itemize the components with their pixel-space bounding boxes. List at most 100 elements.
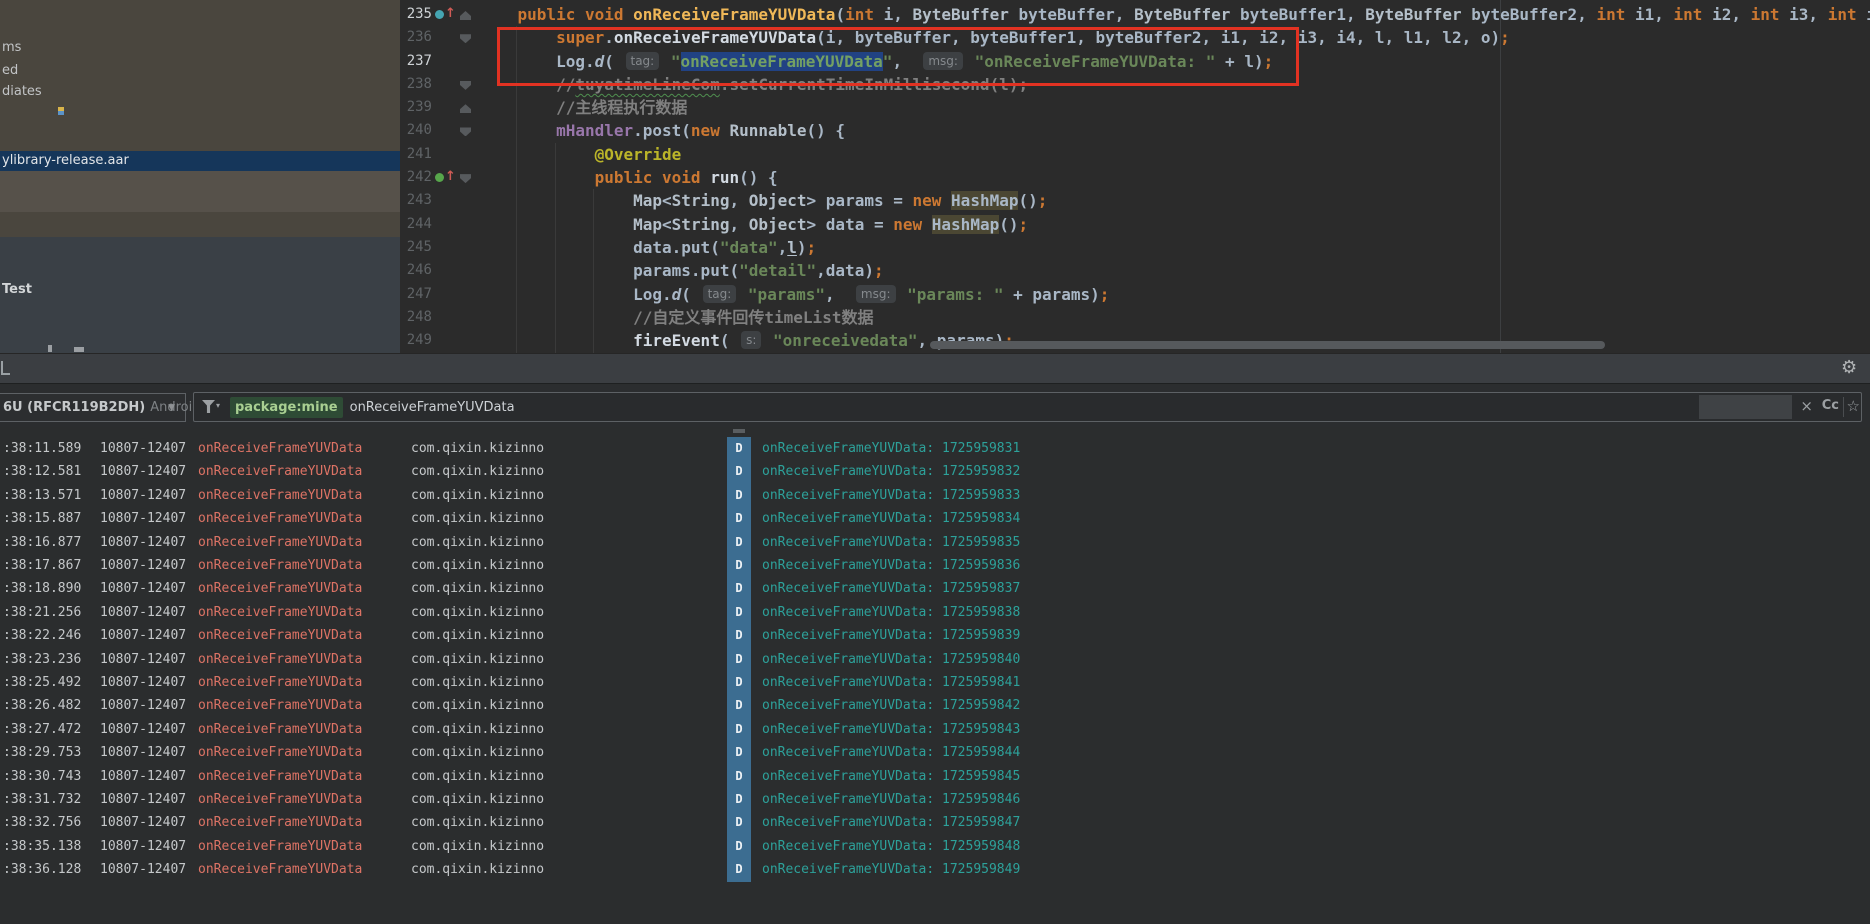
code-token: onReceiveFrameYUVData: [681, 52, 883, 71]
fold-down-icon[interactable]: [458, 166, 475, 189]
fold-down-icon[interactable]: [458, 119, 475, 142]
log-row[interactable]: :38:25.49210807-12407onReceiveFrameYUVDa…: [0, 671, 1870, 694]
line-number[interactable]: 235: [400, 3, 432, 26]
log-row[interactable]: :38:12.58110807-12407onReceiveFrameYUVDa…: [0, 460, 1870, 483]
logcat-output[interactable]: :38:11.58910807-12407onReceiveFrameYUVDa…: [0, 427, 1870, 924]
clear-filter-icon[interactable]: ×: [1800, 397, 1813, 415]
line-number[interactable]: 238: [400, 73, 432, 96]
log-pid: 10807-12407: [100, 484, 186, 507]
teal-dot-red-arrow-icon[interactable]: ↑: [432, 3, 458, 26]
code-line-236[interactable]: 236 super.onReceiveFrameYUVData(i, byteB…: [400, 26, 1870, 49]
code-line-239[interactable]: 239 //主线程执行数据: [400, 96, 1870, 119]
fold-down-icon[interactable]: [458, 26, 475, 49]
fold-up-icon[interactable]: [458, 96, 475, 119]
filter-query-text[interactable]: onReceiveFrameYUVData: [350, 400, 515, 415]
code-line-238[interactable]: 238 //tuyatimeLineCom.setCurrentTimeInMi…: [400, 73, 1870, 96]
log-msg: onReceiveFrameYUVData: 1725959833: [762, 484, 1020, 507]
log-tag: onReceiveFrameYUVData: [198, 601, 362, 624]
log-row[interactable]: :38:35.13810807-12407onReceiveFrameYUVDa…: [0, 835, 1870, 858]
code-line-235[interactable]: 235↑ public void onReceiveFrameYUVData(i…: [400, 3, 1870, 26]
device-selector[interactable]: 6U (RFCR119B2DH) Android 12, API 31 ▼: [0, 393, 186, 422]
code-token: ,: [892, 52, 921, 71]
log-time: :38:32.756: [3, 811, 81, 834]
editor-horizontal-scrollbar[interactable]: [930, 341, 1605, 349]
code-token: Map: [633, 215, 662, 234]
code-token: i2,: [1702, 5, 1750, 24]
line-number[interactable]: 245: [400, 236, 432, 259]
code-line-244[interactable]: 244 Map<String, Object> data = new HashM…: [400, 213, 1870, 236]
code-line-243[interactable]: 243 Map<String, Object> params = new Has…: [400, 189, 1870, 212]
gear-icon[interactable]: ⚙: [1841, 357, 1857, 378]
code-token: [738, 285, 748, 304]
project-tree-item[interactable]: ed: [2, 61, 18, 81]
log-pid: 10807-12407: [100, 624, 186, 647]
log-row[interactable]: :38:18.89010807-12407onReceiveFrameYUVDa…: [0, 577, 1870, 600]
log-row[interactable]: :38:27.47210807-12407onReceiveFrameYUVDa…: [0, 718, 1870, 741]
code-line-242[interactable]: 242↑ public void run() {: [400, 166, 1870, 189]
line-number[interactable]: 243: [400, 189, 432, 212]
project-tree-item-test[interactable]: Test: [2, 282, 32, 297]
log-row[interactable]: :38:17.86710807-12407onReceiveFrameYUVDa…: [0, 554, 1870, 577]
line-number[interactable]: 240: [400, 119, 432, 142]
project-tree-item[interactable]: diates: [2, 82, 42, 102]
code-line-240[interactable]: 240 mHandler.post(new Runnable() {: [400, 119, 1870, 142]
code-token: [941, 191, 951, 210]
line-number[interactable]: 249: [400, 329, 432, 352]
log-row[interactable]: :38:26.48210807-12407onReceiveFrameYUVDa…: [0, 694, 1870, 717]
log-row[interactable]: :38:15.88710807-12407onReceiveFrameYUVDa…: [0, 507, 1870, 530]
code-token: fireEvent: [633, 331, 720, 350]
line-number[interactable]: 241: [400, 143, 432, 166]
line-number[interactable]: 239: [400, 96, 432, 119]
log-row[interactable]: :38:22.24610807-12407onReceiveFrameYUVDa…: [0, 624, 1870, 647]
log-row[interactable]: :38:21.25610807-12407onReceiveFrameYUVDa…: [0, 601, 1870, 624]
filter-funnel-icon[interactable]: ▾: [202, 399, 226, 415]
log-tag: onReceiveFrameYUVData: [198, 460, 362, 483]
code-line-245[interactable]: 245 data.put("data",l);: [400, 236, 1870, 259]
log-tag: onReceiveFrameYUVData: [198, 788, 362, 811]
log-time: :38:21.256: [3, 601, 81, 624]
line-number[interactable]: 248: [400, 306, 432, 329]
log-row[interactable]: :38:13.57110807-12407onReceiveFrameYUVDa…: [0, 484, 1870, 507]
line-number[interactable]: 237: [400, 50, 432, 73]
fold-up-icon[interactable]: [458, 3, 475, 26]
log-row[interactable]: :38:31.73210807-12407onReceiveFrameYUVDa…: [0, 788, 1870, 811]
code-line-241[interactable]: 241 @Override: [400, 143, 1870, 166]
code-token: HashMap: [951, 191, 1018, 210]
line-number[interactable]: 236: [400, 26, 432, 49]
line-number[interactable]: 242: [400, 166, 432, 189]
log-row[interactable]: :38:36.12810807-12407onReceiveFrameYUVDa…: [0, 858, 1870, 881]
inline-hint-chip: tag:: [703, 285, 737, 303]
code-token: ,: [825, 285, 854, 304]
log-msg: onReceiveFrameYUVData: 1725959844: [762, 741, 1020, 764]
project-tree-item-selected[interactable]: ylibrary-release.aar: [0, 151, 400, 171]
code-line-246[interactable]: 246 params.put("detail",data);: [400, 259, 1870, 282]
match-case-icon[interactable]: Cc: [1822, 398, 1839, 413]
code-editor[interactable]: 235↑ public void onReceiveFrameYUVData(i…: [400, 0, 1870, 353]
log-row[interactable]: :38:11.58910807-12407onReceiveFrameYUVDa…: [0, 437, 1870, 460]
project-tree-item[interactable]: ms: [2, 38, 21, 58]
code-text: Map<String, Object> params = new HashMap…: [475, 189, 1047, 212]
logcat-filter-input[interactable]: ▾ package:mine onReceiveFrameYUVData × C…: [193, 392, 1862, 422]
code-line-247[interactable]: 247 Log.d( tag: "params", msg: "params: …: [400, 283, 1870, 306]
favorite-star-icon[interactable]: ☆: [1847, 397, 1860, 415]
line-number[interactable]: 246: [400, 259, 432, 282]
log-row[interactable]: :38:30.74310807-12407onReceiveFrameYUVDa…: [0, 765, 1870, 788]
log-row[interactable]: :38:23.23610807-12407onReceiveFrameYUVDa…: [0, 648, 1870, 671]
code-token: int: [1828, 5, 1857, 24]
log-row[interactable]: :38:16.87710807-12407onReceiveFrameYUVDa…: [0, 531, 1870, 554]
code-text: //tuyatimeLineCom.setCurrentTimeInMillis…: [475, 73, 1028, 96]
log-row[interactable]: :38:32.75610807-12407onReceiveFrameYUVDa…: [0, 811, 1870, 834]
log-msg: onReceiveFrameYUVData: 1725959843: [762, 718, 1020, 741]
code-token: ByteBuffer: [1365, 5, 1461, 24]
fold-down-icon[interactable]: [458, 73, 475, 96]
line-number[interactable]: 247: [400, 283, 432, 306]
code-line-248[interactable]: 248 //自定义事件回传timeList数据: [400, 306, 1870, 329]
filter-chip-package-mine[interactable]: package:mine: [230, 397, 343, 418]
line-number[interactable]: 244: [400, 213, 432, 236]
log-pkg: com.qixin.kizinno: [411, 648, 544, 671]
code-token: i1,: [1625, 5, 1673, 24]
code-line-237[interactable]: 237 Log.d( tag: "onReceiveFrameYUVData",…: [400, 50, 1870, 73]
log-row[interactable]: :38:29.75310807-12407onReceiveFrameYUVDa…: [0, 741, 1870, 764]
code-token: tuyatimeLineCom: [575, 75, 720, 94]
green-dot-red-arrow-icon[interactable]: ↑: [432, 166, 458, 189]
